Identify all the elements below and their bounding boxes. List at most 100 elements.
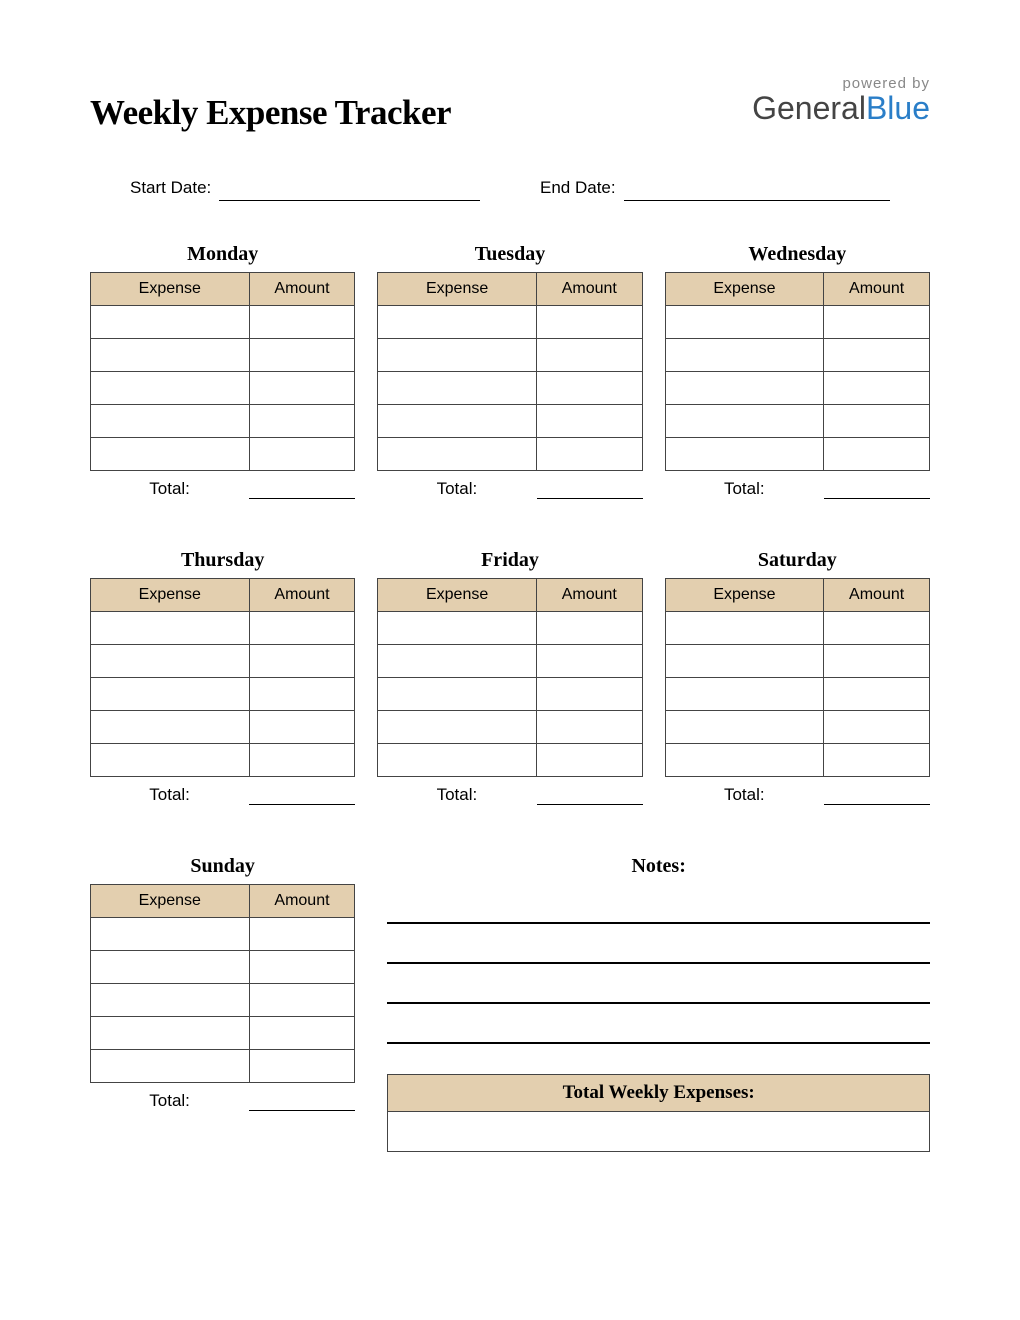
amount-cell[interactable] bbox=[249, 306, 355, 339]
expense-cell[interactable] bbox=[378, 678, 537, 711]
expense-cell[interactable] bbox=[665, 438, 824, 471]
expense-cell[interactable] bbox=[91, 984, 250, 1017]
table-row bbox=[91, 744, 355, 777]
expense-cell[interactable] bbox=[665, 711, 824, 744]
col-header-amount: Amount bbox=[824, 273, 930, 306]
amount-cell[interactable] bbox=[249, 612, 355, 645]
table-row bbox=[378, 306, 642, 339]
expense-cell[interactable] bbox=[378, 372, 537, 405]
notes-line-input[interactable] bbox=[387, 964, 930, 1004]
amount-cell[interactable] bbox=[536, 405, 642, 438]
expense-cell[interactable] bbox=[91, 306, 250, 339]
amount-cell[interactable] bbox=[249, 744, 355, 777]
expense-cell[interactable] bbox=[91, 1017, 250, 1050]
amount-cell[interactable] bbox=[249, 1017, 355, 1050]
expense-cell[interactable] bbox=[665, 645, 824, 678]
day-total-input[interactable] bbox=[537, 475, 643, 499]
expense-cell[interactable] bbox=[91, 678, 250, 711]
day-total-input[interactable] bbox=[249, 475, 355, 499]
amount-cell[interactable] bbox=[536, 372, 642, 405]
notes-line-input[interactable] bbox=[387, 884, 930, 924]
expense-cell[interactable] bbox=[665, 339, 824, 372]
amount-cell[interactable] bbox=[536, 678, 642, 711]
expense-table: ExpenseAmount bbox=[90, 272, 355, 471]
amount-cell[interactable] bbox=[249, 984, 355, 1017]
amount-cell[interactable] bbox=[824, 678, 930, 711]
amount-cell[interactable] bbox=[824, 405, 930, 438]
table-row bbox=[378, 612, 642, 645]
day-total-label: Total: bbox=[377, 781, 536, 805]
day-total-input[interactable] bbox=[824, 781, 930, 805]
expense-cell[interactable] bbox=[91, 612, 250, 645]
logo-brand-part1: General bbox=[752, 90, 866, 126]
day-block-wednesday: WednesdayExpenseAmountTotal: bbox=[665, 243, 930, 499]
expense-cell[interactable] bbox=[91, 372, 250, 405]
notes-line-input[interactable] bbox=[387, 1004, 930, 1044]
expense-cell[interactable] bbox=[378, 645, 537, 678]
expense-cell[interactable] bbox=[91, 918, 250, 951]
amount-cell[interactable] bbox=[249, 951, 355, 984]
amount-cell[interactable] bbox=[536, 339, 642, 372]
expense-cell[interactable] bbox=[91, 744, 250, 777]
table-row bbox=[91, 678, 355, 711]
amount-cell[interactable] bbox=[536, 612, 642, 645]
amount-cell[interactable] bbox=[249, 918, 355, 951]
expense-cell[interactable] bbox=[378, 306, 537, 339]
amount-cell[interactable] bbox=[536, 645, 642, 678]
amount-cell[interactable] bbox=[824, 612, 930, 645]
expense-cell[interactable] bbox=[91, 711, 250, 744]
amount-cell[interactable] bbox=[824, 372, 930, 405]
start-date-input[interactable] bbox=[219, 179, 480, 201]
expense-cell[interactable] bbox=[665, 678, 824, 711]
expense-cell[interactable] bbox=[665, 306, 824, 339]
expense-cell[interactable] bbox=[378, 438, 537, 471]
amount-cell[interactable] bbox=[249, 372, 355, 405]
amount-cell[interactable] bbox=[824, 306, 930, 339]
expense-cell[interactable] bbox=[378, 612, 537, 645]
amount-cell[interactable] bbox=[249, 711, 355, 744]
amount-cell[interactable] bbox=[824, 339, 930, 372]
expense-cell[interactable] bbox=[91, 951, 250, 984]
amount-cell[interactable] bbox=[249, 678, 355, 711]
day-name: Tuesday bbox=[377, 243, 642, 266]
end-date-input[interactable] bbox=[624, 179, 890, 201]
amount-cell[interactable] bbox=[249, 438, 355, 471]
amount-cell[interactable] bbox=[824, 645, 930, 678]
amount-cell[interactable] bbox=[249, 645, 355, 678]
expense-cell[interactable] bbox=[665, 744, 824, 777]
day-total-input[interactable] bbox=[249, 1087, 355, 1111]
page-title: Weekly Expense Tracker bbox=[90, 93, 451, 133]
day-total-input[interactable] bbox=[537, 781, 643, 805]
expense-cell[interactable] bbox=[91, 438, 250, 471]
expense-cell[interactable] bbox=[91, 405, 250, 438]
day-total-input[interactable] bbox=[249, 781, 355, 805]
amount-cell[interactable] bbox=[249, 405, 355, 438]
amount-cell[interactable] bbox=[536, 711, 642, 744]
notes-line-input[interactable] bbox=[387, 924, 930, 964]
day-total-input[interactable] bbox=[824, 475, 930, 499]
day-total-label: Total: bbox=[665, 475, 824, 499]
expense-cell[interactable] bbox=[665, 612, 824, 645]
amount-cell[interactable] bbox=[249, 339, 355, 372]
expense-cell[interactable] bbox=[378, 711, 537, 744]
amount-cell[interactable] bbox=[536, 744, 642, 777]
amount-cell[interactable] bbox=[249, 1050, 355, 1083]
amount-cell[interactable] bbox=[824, 744, 930, 777]
expense-cell[interactable] bbox=[91, 339, 250, 372]
expense-cell[interactable] bbox=[91, 1050, 250, 1083]
weekly-total-value[interactable] bbox=[387, 1112, 930, 1152]
expense-cell[interactable] bbox=[665, 405, 824, 438]
day-block-tuesday: TuesdayExpenseAmountTotal: bbox=[377, 243, 642, 499]
expense-cell[interactable] bbox=[378, 405, 537, 438]
table-row bbox=[378, 372, 642, 405]
expense-cell[interactable] bbox=[665, 372, 824, 405]
expense-cell[interactable] bbox=[378, 744, 537, 777]
expense-cell[interactable] bbox=[91, 645, 250, 678]
expense-cell[interactable] bbox=[378, 339, 537, 372]
amount-cell[interactable] bbox=[824, 438, 930, 471]
amount-cell[interactable] bbox=[536, 306, 642, 339]
table-row bbox=[91, 612, 355, 645]
amount-cell[interactable] bbox=[824, 711, 930, 744]
table-row bbox=[91, 438, 355, 471]
amount-cell[interactable] bbox=[536, 438, 642, 471]
